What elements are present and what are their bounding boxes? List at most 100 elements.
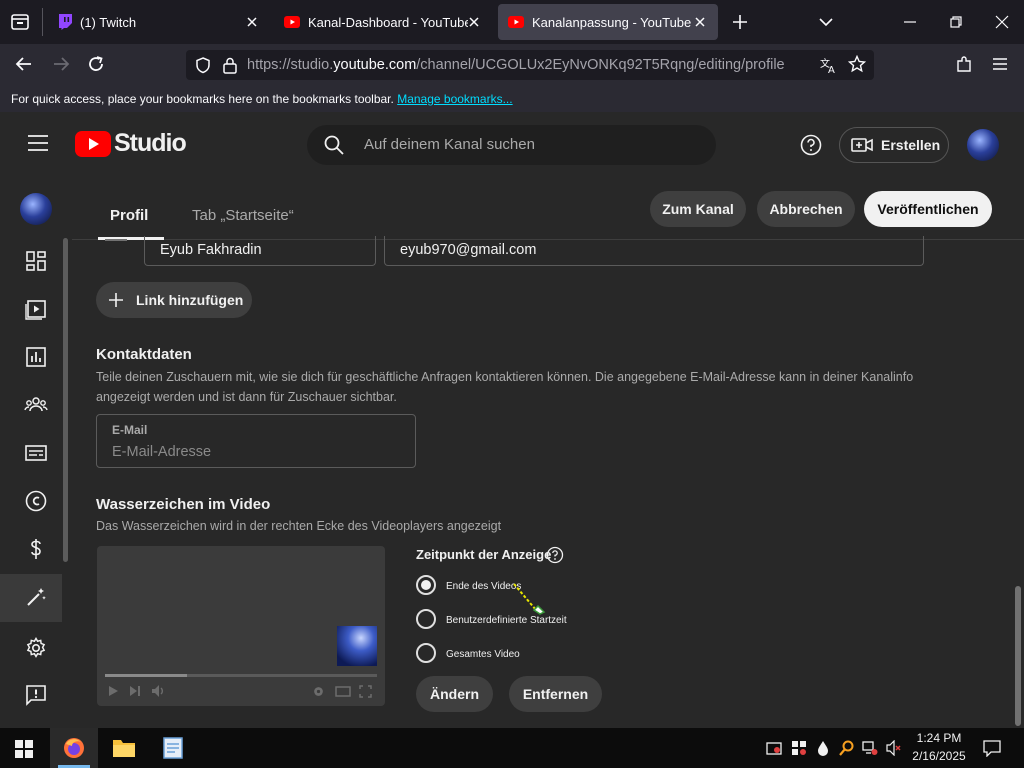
youtube-icon — [508, 16, 524, 28]
create-button[interactable]: Erstellen — [839, 127, 949, 163]
translate-icon[interactable]: 文A — [820, 56, 838, 74]
publish-button[interactable]: Veröffentlichen — [864, 191, 992, 227]
restore-window-icon[interactable] — [946, 12, 966, 32]
watermark-section-title: Wasserzeichen im Video — [96, 496, 271, 513]
back-arrow-icon[interactable] — [14, 54, 34, 74]
taskbar-clock-time[interactable]: 1:24 PM — [908, 731, 970, 745]
subtitles-icon[interactable] — [24, 441, 48, 465]
file-explorer-icon[interactable] — [112, 737, 136, 759]
new-tab-icon[interactable] — [730, 12, 750, 32]
radio-label: Ende des Videos — [446, 581, 522, 592]
next-icon — [130, 686, 140, 696]
dashboard-icon[interactable] — [24, 249, 48, 273]
drag-handle-icon[interactable] — [105, 239, 127, 241]
link-title-field[interactable]: Eyub Fakhradin — [144, 236, 376, 266]
close-tab-icon[interactable] — [466, 14, 482, 30]
list-tabs-chevron-icon[interactable] — [816, 12, 836, 32]
reload-icon[interactable] — [86, 54, 106, 74]
radio-custom-start-time[interactable] — [416, 609, 436, 629]
firefox-icon — [64, 738, 84, 758]
youtube-logo-icon[interactable] — [75, 131, 111, 157]
channel-avatar[interactable] — [20, 193, 52, 225]
analytics-icon[interactable] — [24, 345, 48, 369]
player-settings-icon — [314, 687, 323, 696]
tab-divider — [42, 8, 43, 36]
monetization-icon[interactable] — [24, 537, 48, 561]
windows-taskbar: 1:24 PM 2/16/2025 — [0, 728, 1024, 768]
link-url-field[interactable]: eyub970@gmail.com — [384, 236, 924, 266]
email-placeholder: E-Mail-Adresse — [112, 444, 212, 460]
radio-entire-video[interactable] — [416, 643, 436, 663]
cancel-button[interactable]: Abbrechen — [757, 191, 855, 227]
firefox-view-icon[interactable] — [10, 12, 30, 32]
volume-icon — [152, 685, 163, 697]
search-input[interactable]: Auf deinem Kanal suchen — [307, 125, 716, 165]
sidebar — [0, 176, 72, 728]
contact-section-description: Teile deinen Zuschauern mit, wie sie dic… — [96, 370, 914, 404]
mouse-cursor-icon — [513, 583, 546, 615]
tab-profil[interactable]: Profil — [110, 207, 148, 224]
radio-end-of-video[interactable] — [416, 575, 436, 595]
bookmark-star-icon[interactable] — [848, 55, 866, 73]
apps-tray-icon[interactable] — [791, 740, 807, 756]
search-tray-icon[interactable] — [839, 740, 855, 756]
minimize-icon[interactable] — [900, 12, 920, 32]
manage-bookmarks-link[interactable]: Manage bookmarks... — [397, 92, 512, 106]
remove-button[interactable]: Entfernen — [509, 676, 602, 712]
community-icon[interactable] — [24, 393, 48, 417]
avatar[interactable] — [967, 129, 999, 161]
lock-icon[interactable] — [222, 56, 238, 74]
tab-startseite[interactable]: Tab „Startseite“ — [192, 207, 294, 224]
url-bar[interactable]: https://studio.youtube.com/channel/UCGOL… — [186, 50, 874, 80]
watermark-image — [337, 626, 377, 666]
zum-kanal-button[interactable]: Zum Kanal — [650, 191, 746, 227]
search-placeholder: Auf deinem Kanal suchen — [364, 136, 535, 153]
radio-label: Gesamtes Video — [446, 649, 520, 660]
bookmarks-hint: For quick access, place your bookmarks h… — [11, 92, 394, 106]
tab-title: Kanalanpassung - YouTube Studio — [532, 14, 694, 30]
hamburger-menu-icon[interactable] — [27, 134, 49, 152]
close-window-icon[interactable] — [992, 12, 1012, 32]
taskbar-clock-date[interactable]: 2/16/2025 — [908, 749, 970, 763]
tab-kanal-dashboard[interactable]: Kanal-Dashboard - YouTube Studio — [276, 4, 492, 40]
windows-start-icon[interactable] — [15, 740, 33, 758]
notification-center-icon[interactable] — [983, 739, 1001, 757]
volume-muted-tray-icon[interactable] — [886, 740, 902, 756]
taskbar-firefox[interactable] — [50, 728, 98, 768]
notepad-app-icon[interactable] — [162, 736, 184, 760]
feedback-icon[interactable] — [24, 683, 48, 707]
content-icon[interactable] — [24, 297, 48, 321]
magic-wand-icon[interactable] — [24, 585, 48, 609]
studio-header: Studio Auf deinem Kanal suchen Erstellen — [0, 112, 1024, 176]
change-button[interactable]: Ändern — [416, 676, 493, 712]
play-icon — [109, 686, 118, 696]
help-icon[interactable] — [800, 134, 822, 156]
menu-hamburger-icon[interactable] — [991, 56, 1009, 72]
network-tray-icon[interactable] — [862, 740, 878, 756]
settings-gear-icon[interactable] — [24, 636, 48, 660]
tab-title: (1) Twitch — [80, 14, 137, 30]
watermark-preview-player — [97, 546, 385, 706]
main-scrollbar[interactable] — [1015, 586, 1021, 726]
watermark-section-description: Das Wasserzeichen wird in der rechten Ec… — [96, 519, 502, 533]
copyright-icon[interactable] — [24, 489, 48, 513]
tab-kanalanpassung[interactable]: Kanalanpassung - YouTube Studio — [498, 4, 718, 40]
shield-icon[interactable] — [194, 56, 212, 74]
twitch-icon — [58, 14, 72, 30]
svg-text:A: A — [828, 65, 835, 74]
email-field[interactable]: E-Mail E-Mail-Adresse — [96, 414, 416, 468]
drop-tray-icon[interactable] — [815, 740, 831, 756]
add-link-button[interactable]: Link hinzufügen — [96, 282, 252, 318]
close-tab-icon[interactable] — [244, 14, 260, 30]
help-icon[interactable] — [546, 546, 564, 564]
sidebar-scrollbar[interactable] — [63, 238, 68, 562]
security-tray-icon[interactable] — [766, 740, 782, 756]
forward-arrow-icon[interactable] — [51, 54, 71, 74]
email-field-label: E-Mail — [112, 423, 148, 437]
fullscreen-icon — [359, 685, 372, 698]
create-video-icon — [851, 136, 873, 154]
tab-twitch[interactable]: (1) Twitch — [50, 4, 270, 40]
extensions-icon[interactable] — [955, 55, 973, 73]
close-tab-icon[interactable] — [692, 14, 708, 30]
player-progress-fill — [105, 674, 187, 677]
